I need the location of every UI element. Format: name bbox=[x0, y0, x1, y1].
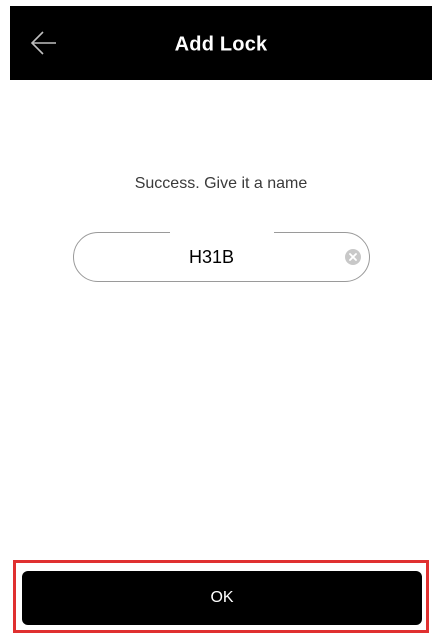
lock-name-field bbox=[73, 230, 370, 282]
success-prompt: Success. Give it a name bbox=[134, 175, 308, 192]
ok-button[interactable]: OK bbox=[22, 571, 422, 625]
clear-button[interactable] bbox=[344, 248, 362, 266]
page-title: Add Lock bbox=[174, 33, 268, 56]
back-button[interactable] bbox=[20, 27, 68, 59]
field-border-gap bbox=[170, 230, 274, 236]
lock-name-input[interactable] bbox=[94, 241, 329, 273]
arrow-left-icon bbox=[30, 31, 56, 55]
header-bar: Add Lock bbox=[10, 6, 432, 80]
clear-circle-icon bbox=[345, 249, 361, 265]
